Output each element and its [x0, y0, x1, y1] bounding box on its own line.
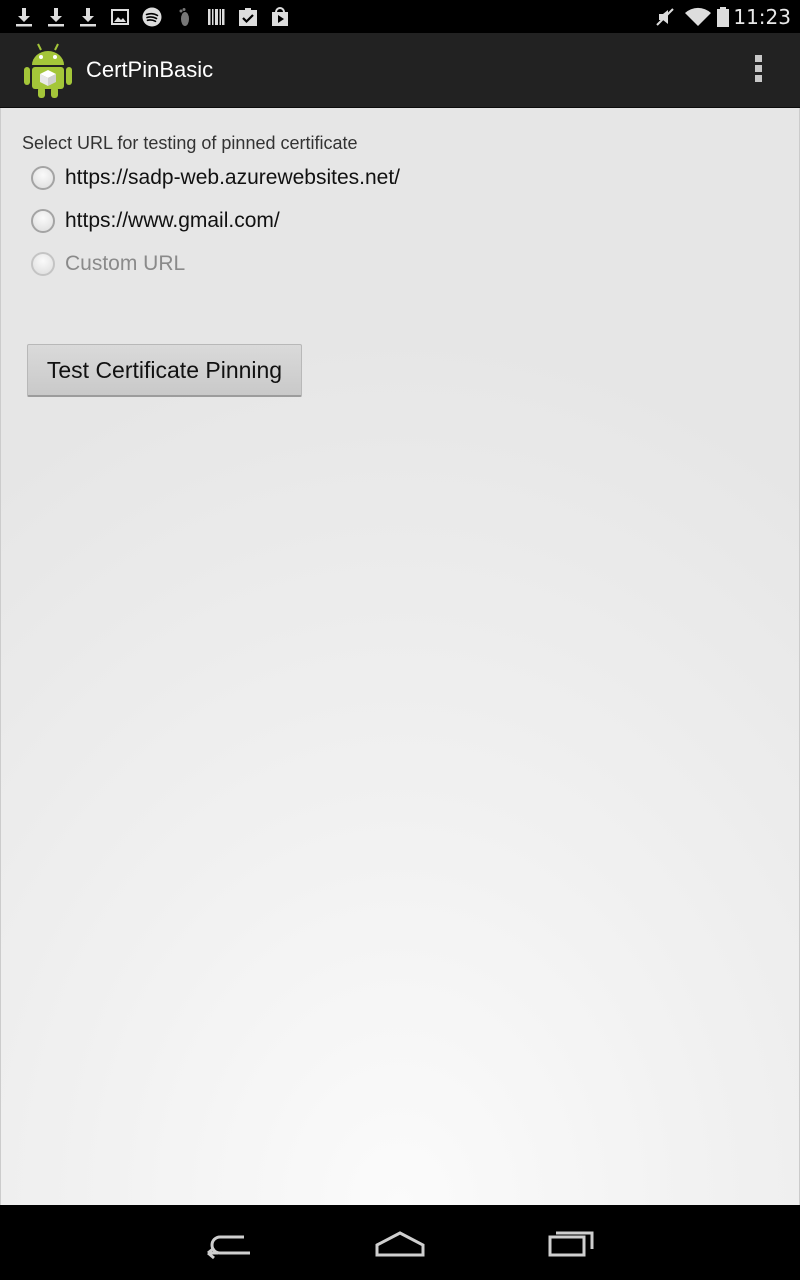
radio-option-gmail[interactable]: https://www.gmail.com/ — [31, 205, 280, 237]
recents-icon[interactable] — [541, 1225, 601, 1261]
status-clock: 11:23 — [733, 5, 791, 29]
radio-option-sadp-web[interactable]: https://sadp-web.azurewebsites.net/ — [31, 162, 400, 194]
back-icon[interactable] — [200, 1225, 260, 1261]
battery-icon — [716, 6, 730, 28]
radio-option-custom-url[interactable]: Custom URL — [31, 248, 185, 280]
overflow-menu-icon[interactable] — [746, 55, 770, 87]
clipboard-check-icon — [237, 6, 259, 28]
foot-icon — [173, 6, 195, 28]
radio-button-icon[interactable] — [31, 166, 55, 190]
wifi-icon — [684, 6, 712, 28]
barcode-icon — [205, 6, 227, 28]
radio-button-icon[interactable] — [31, 252, 55, 276]
download-icon — [77, 6, 99, 28]
android-icon[interactable] — [22, 41, 74, 99]
radio-button-icon[interactable] — [31, 209, 55, 233]
play-store-icon — [269, 6, 291, 28]
radio-option-label: https://sadp-web.azurewebsites.net/ — [65, 166, 401, 189]
navigation-bar — [0, 1205, 800, 1280]
home-icon[interactable] — [370, 1225, 430, 1261]
url-selection-prompt: Select URL for testing of pinned certifi… — [22, 133, 358, 153]
image-icon — [109, 6, 131, 28]
radio-option-label: Custom URL — [65, 252, 186, 275]
download-icon — [13, 6, 35, 28]
mute-icon — [654, 6, 676, 28]
main-content: Select URL for testing of pinned certifi… — [0, 108, 800, 1205]
test-certificate-pinning-button[interactable]: Test Certificate Pinning — [27, 344, 302, 397]
radio-option-label: https://www.gmail.com/ — [65, 209, 280, 232]
app-title: CertPinBasic — [86, 57, 214, 82]
spotify-icon — [141, 6, 163, 28]
status-bar: 11:23 — [0, 0, 800, 33]
action-bar: CertPinBasic — [0, 33, 800, 108]
download-icon — [45, 6, 67, 28]
